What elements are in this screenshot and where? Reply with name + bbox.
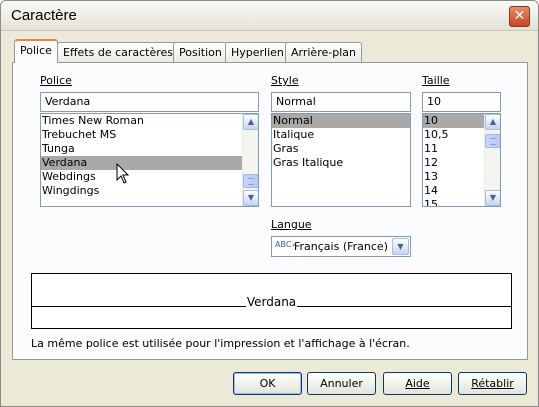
language-select[interactable]: ABC✓ Français (France) ▼ (271, 236, 411, 257)
scroll-thumb[interactable] (485, 134, 500, 148)
info-text: La même police est utilisée pour l'impre… (31, 337, 410, 350)
cancel-button[interactable]: Annuler (307, 372, 376, 395)
spellcheck-icon: ABC✓ (275, 240, 299, 249)
style-list[interactable]: Normal Italique Gras Gras Italique (271, 113, 411, 207)
tab-panel-police: Police Verdana Times New Roman Trebuchet… (12, 62, 528, 360)
scroll-down-icon[interactable]: ▼ (243, 190, 258, 206)
mouse-pointer-icon (116, 163, 130, 184)
title-bar[interactable]: Caractère ✕ (1, 1, 538, 31)
style-input[interactable]: Normal (271, 92, 411, 112)
tab-hyperlien[interactable]: Hyperlien (225, 42, 290, 62)
tab-position[interactable]: Position (173, 42, 228, 62)
list-item[interactable]: Gras Italique (272, 156, 410, 170)
size-list[interactable]: 10 10,5 11 12 13 14 15 ▲ ▼ (422, 113, 501, 207)
tab-arriere-plan[interactable]: Arrière-plan (285, 42, 362, 62)
list-item[interactable]: Italique (272, 128, 410, 142)
size-list-scrollbar[interactable]: ▲ ▼ (484, 114, 500, 206)
tab-effets-de-caracteres[interactable]: Effets de caractères (57, 42, 180, 62)
list-item-selected[interactable]: Verdana (41, 156, 258, 170)
language-label: Langue (271, 218, 312, 231)
scroll-down-icon[interactable]: ▼ (485, 190, 500, 206)
font-label: Police (40, 74, 72, 87)
character-dialog: Caractère ✕ Police Effets de caractères … (0, 0, 539, 407)
font-name-input[interactable]: Verdana (40, 92, 259, 112)
help-button[interactable]: Aide (383, 372, 452, 395)
scroll-up-icon[interactable]: ▲ (243, 114, 258, 130)
list-item[interactable]: Trebuchet MS (41, 128, 258, 142)
reset-button[interactable]: Rétablir (458, 372, 527, 395)
list-item[interactable]: Tunga (41, 142, 258, 156)
style-label: Style (271, 74, 299, 87)
scroll-up-icon[interactable]: ▲ (485, 114, 500, 130)
language-value: Français (France) (294, 240, 388, 253)
scroll-thumb[interactable] (243, 174, 258, 188)
chevron-down-icon[interactable]: ▼ (392, 238, 409, 255)
dialog-title: Caractère (11, 7, 77, 24)
tab-police[interactable]: Police (14, 39, 58, 63)
list-item[interactable]: Webdings (41, 170, 258, 184)
font-preview: Verdana (31, 273, 512, 329)
size-label: Taille (422, 74, 450, 87)
font-list[interactable]: Times New Roman Trebuchet MS Tunga Verda… (40, 113, 259, 207)
list-item[interactable]: Times New Roman (41, 114, 258, 128)
font-list-scrollbar[interactable]: ▲ ▼ (242, 114, 258, 206)
list-item[interactable]: Wingdings (41, 184, 258, 198)
ok-button[interactable]: OK (233, 372, 302, 395)
preview-text: Verdana (245, 295, 298, 309)
close-icon[interactable]: ✕ (509, 6, 530, 27)
size-input[interactable]: 10 (422, 92, 501, 112)
list-item-selected[interactable]: Normal (272, 114, 410, 128)
list-item[interactable]: Gras (272, 142, 410, 156)
